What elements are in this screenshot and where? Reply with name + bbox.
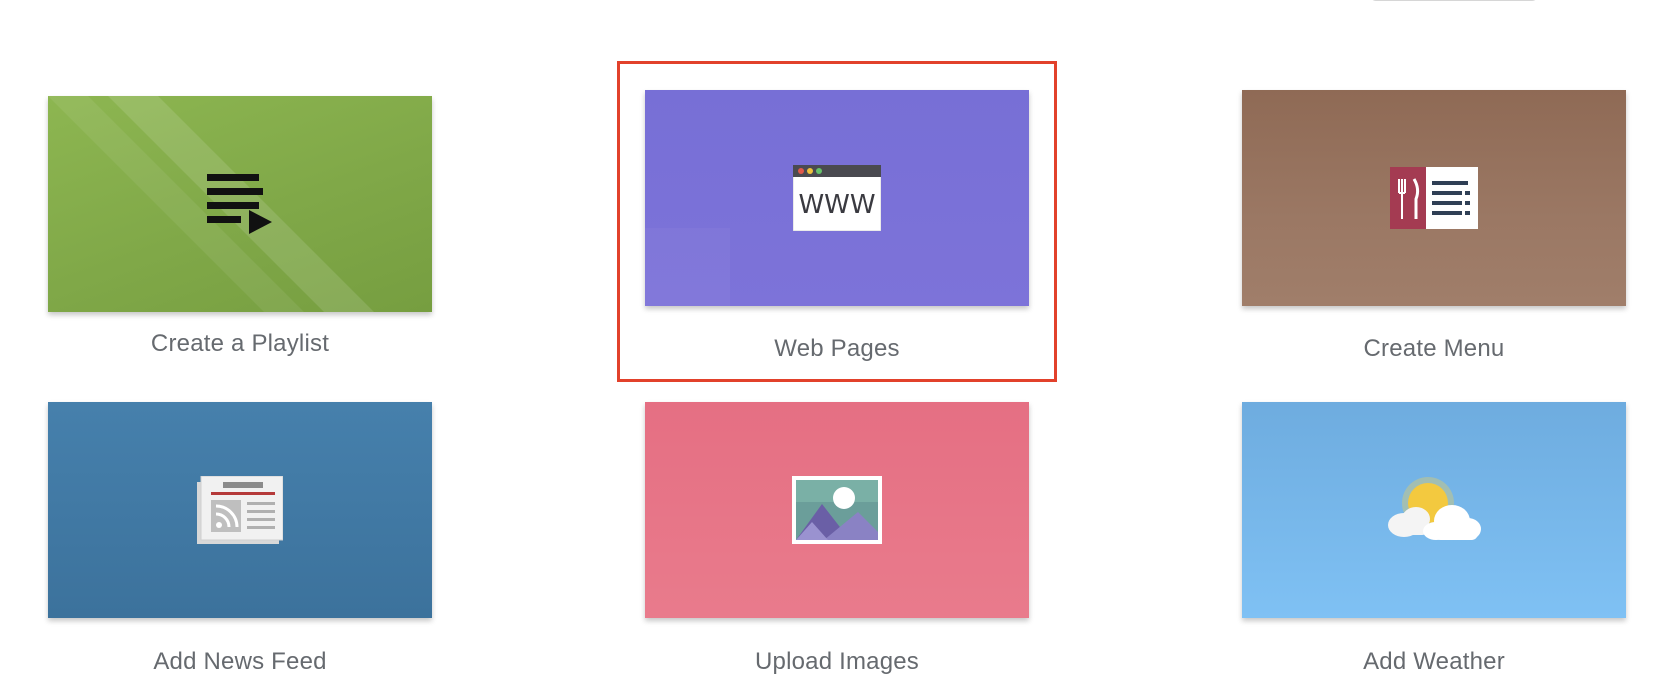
app-templates-grid: Create a Playlist WWW Web Pages Create M…: [0, 0, 1656, 700]
tile-label: Create a Playlist: [150, 330, 330, 357]
restaurant-menu-icon: [1390, 167, 1478, 229]
top-dropdown-edge[interactable]: [1370, 0, 1538, 1]
www-text: WWW: [798, 190, 875, 220]
playlist-icon: [207, 174, 272, 234]
tile-thumbnail[interactable]: [1242, 402, 1626, 618]
tile-thumbnail[interactable]: [48, 96, 432, 312]
tile-label: Create Menu: [1363, 335, 1505, 362]
news-feed-icon: [197, 476, 283, 544]
tile-add-weather[interactable]: Add Weather: [1242, 402, 1626, 675]
tile-create-playlist[interactable]: Create a Playlist: [48, 96, 432, 357]
tile-upload-images[interactable]: Upload Images: [645, 402, 1029, 675]
web-page-icon: WWW: [793, 165, 881, 231]
tile-label: Upload Images: [754, 648, 920, 675]
tile-create-menu[interactable]: Create Menu: [1242, 90, 1626, 362]
tile-label: Web Pages: [774, 335, 900, 362]
tile-label: Add News Feed: [153, 648, 327, 675]
weather-icon: [1388, 477, 1481, 540]
tile-thumbnail[interactable]: [645, 402, 1029, 618]
tile-web-pages[interactable]: WWW Web Pages: [645, 90, 1029, 362]
tile-thumbnail[interactable]: WWW: [645, 90, 1029, 306]
image-icon: [792, 476, 882, 544]
tile-thumbnail[interactable]: [1242, 90, 1626, 306]
thumbnail-shade: [645, 228, 730, 306]
tile-label: Add Weather: [1363, 648, 1505, 675]
tile-thumbnail[interactable]: [48, 402, 432, 618]
tile-add-news-feed[interactable]: Add News Feed: [48, 402, 432, 675]
